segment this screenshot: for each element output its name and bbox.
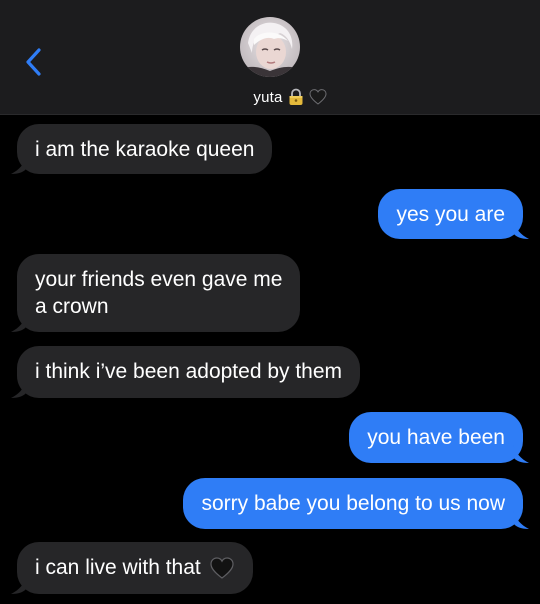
message-text-line: your friends even gave me (35, 268, 283, 291)
message-bubble-sent[interactable]: sorry babe you belong to us now (183, 478, 529, 529)
message-bubble-sent[interactable]: you have been (349, 412, 529, 463)
back-button[interactable] (20, 46, 48, 78)
message-list[interactable]: i am the karaoke queen yes you are your … (0, 114, 540, 604)
message-bubble-received[interactable]: i am the karaoke queen (11, 124, 273, 174)
contact-avatar[interactable] (240, 17, 300, 77)
message-text: i can live with that (35, 556, 201, 579)
message-bubble-received[interactable]: i can live with that (11, 542, 253, 594)
bubble-tail (513, 219, 529, 239)
message-text-line: a crown (35, 295, 109, 318)
contact-name-row[interactable]: yuta (0, 86, 540, 108)
chevron-left-icon (26, 48, 41, 76)
bubble-tail (513, 509, 529, 529)
black-heart-icon (210, 557, 234, 580)
bubble-tail (513, 443, 529, 463)
message-bubble-sent[interactable]: yes you are (378, 189, 529, 239)
avatar-photo (240, 17, 300, 77)
message-text: yes you are (396, 203, 505, 226)
bubble-tail (11, 574, 27, 594)
message-text: i am the karaoke queen (35, 138, 255, 161)
contact-name: yuta (253, 88, 283, 106)
message-text: i think i’ve been adopted by them (35, 360, 343, 383)
message-bubble-received[interactable]: i think i’ve been adopted by them (11, 346, 361, 398)
conversation-header: yuta (0, 0, 540, 115)
bubble-tail (11, 154, 27, 174)
bubble-tail (11, 312, 27, 332)
message-text: sorry babe you belong to us now (201, 492, 505, 515)
black-heart-icon (309, 89, 327, 105)
message-text: you have been (367, 426, 505, 449)
bubble-tail (11, 378, 27, 398)
lock-icon (289, 88, 303, 105)
message-bubble-received[interactable]: your friends even gave me a crown (11, 254, 301, 332)
